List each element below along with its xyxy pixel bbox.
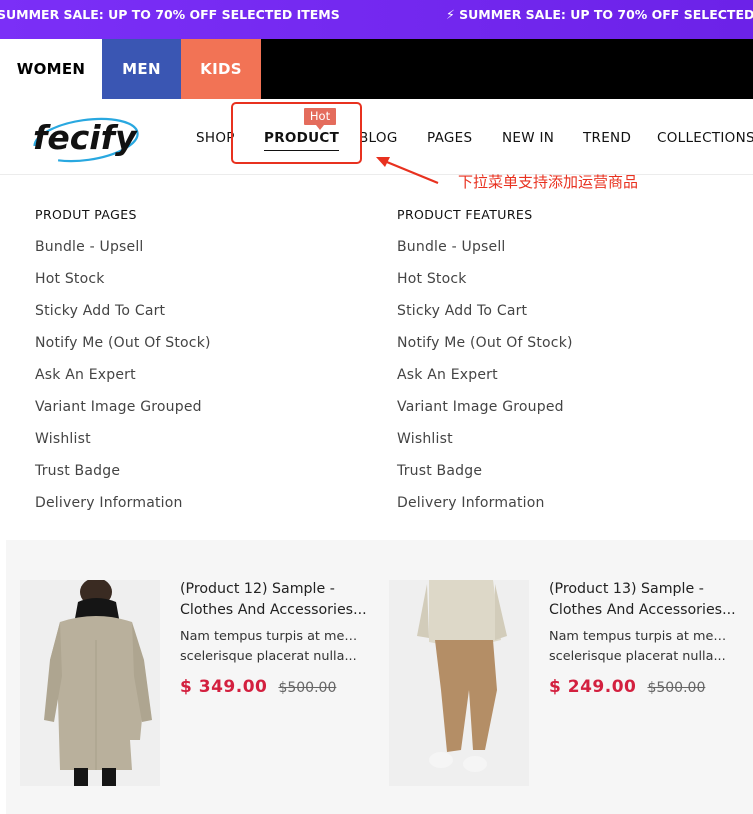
menu-link[interactable]: Sticky Add To Cart xyxy=(35,301,211,333)
menu-link[interactable]: Hot Stock xyxy=(397,269,573,301)
current-price: $ 249.00 xyxy=(549,677,637,697)
product-info: (Product 12) Sample - Clothes And Access… xyxy=(180,579,370,697)
product-image-coat[interactable] xyxy=(20,580,160,786)
category-tab-kids[interactable]: KIDS xyxy=(181,39,261,99)
category-tab-women[interactable]: WOMEN xyxy=(0,39,102,99)
mega-menu-column-left: PRODUT PAGES Bundle - Upsell Hot Stock S… xyxy=(35,205,211,525)
nav-new-in[interactable]: NEW IN xyxy=(502,130,554,146)
menu-link[interactable]: Wishlist xyxy=(397,429,573,461)
menu-link[interactable]: Trust Badge xyxy=(35,461,211,493)
menu-link[interactable]: Delivery Information xyxy=(35,493,211,525)
product-title-line2[interactable]: Clothes And Accessories... xyxy=(180,600,370,621)
product-image-chinos[interactable] xyxy=(389,580,529,786)
menu-link[interactable]: Variant Image Grouped xyxy=(397,397,573,429)
product-desc-line1: Nam tempus turpis at metus xyxy=(549,629,731,644)
product-title-line1[interactable]: (Product 13) Sample - xyxy=(549,579,739,600)
category-bar: WOMEN MEN KIDS xyxy=(0,39,753,99)
menu-link[interactable]: Ask An Expert xyxy=(35,365,211,397)
product-title-line2[interactable]: Clothes And Accessories... xyxy=(549,600,739,621)
fecify-logo[interactable]: fecify xyxy=(30,111,152,167)
column-title: PRODUT PAGES xyxy=(35,207,137,222)
product-description: Nam tempus turpis at metus scelerisque p… xyxy=(180,627,370,667)
product-info: (Product 13) Sample - Clothes And Access… xyxy=(549,579,739,697)
menu-link[interactable]: Variant Image Grouped xyxy=(35,397,211,429)
menu-link[interactable]: Bundle - Upsell xyxy=(35,237,211,269)
annotation-arrow-icon xyxy=(376,157,439,185)
category-tab-men[interactable]: MEN xyxy=(102,39,181,99)
annotation-highlight-box xyxy=(231,102,362,164)
menu-link[interactable]: Ask An Expert xyxy=(397,365,573,397)
product-title[interactable]: (Product 13) Sample - Clothes And Access… xyxy=(549,579,739,621)
nav-shop[interactable]: SHOP xyxy=(196,130,235,146)
annotation-text: 下拉菜单支持添加运营商品 xyxy=(458,173,639,191)
menu-link[interactable]: Wishlist xyxy=(35,429,211,461)
nav-pages[interactable]: PAGES xyxy=(427,130,472,146)
menu-link[interactable]: Delivery Information xyxy=(397,493,573,525)
menu-link[interactable]: Notify Me (Out Of Stock) xyxy=(35,333,211,365)
menu-link[interactable]: Trust Badge xyxy=(397,461,573,493)
nav-collections[interactable]: COLLECTIONS xyxy=(657,130,753,146)
product-desc-line1: Nam tempus turpis at metus xyxy=(180,629,362,644)
announcement-bar: SUMMER SALE: UP TO 70% OFF SELECTED ITEM… xyxy=(0,0,753,39)
product-price: $ 249.00 $500.00 xyxy=(549,677,739,697)
featured-products-panel: (Product 12) Sample - Clothes And Access… xyxy=(6,540,753,814)
menu-link[interactable]: Notify Me (Out Of Stock) xyxy=(397,333,573,365)
product-title-line1[interactable]: (Product 12) Sample - xyxy=(180,579,370,600)
menu-link[interactable]: Bundle - Upsell xyxy=(397,237,573,269)
product-desc-line2: scelerisque placerat nulla... xyxy=(549,649,726,664)
column-title: PRODUCT FEATURES xyxy=(397,207,533,222)
announcement-text: SUMMER SALE: UP TO 70% OFF SELECTED ITEM… xyxy=(0,7,340,22)
logo-text: fecify xyxy=(33,118,138,157)
original-price: $500.00 xyxy=(647,680,706,696)
mega-menu-column-right: PRODUCT FEATURES Bundle - Upsell Hot Sto… xyxy=(397,205,573,525)
original-price: $500.00 xyxy=(278,680,337,696)
product-desc-line2: scelerisque placerat nulla... xyxy=(180,649,357,664)
menu-link[interactable]: Sticky Add To Cart xyxy=(397,301,573,333)
product-title[interactable]: (Product 12) Sample - Clothes And Access… xyxy=(180,579,370,621)
product-price: $ 349.00 $500.00 xyxy=(180,677,370,697)
nav-blog[interactable]: BLOG xyxy=(359,130,398,146)
current-price: $ 349.00 xyxy=(180,677,268,697)
announcement-text-repeat: ⚡ SUMMER SALE: UP TO 70% OFF SELECTED IT… xyxy=(446,7,753,22)
nav-trend[interactable]: TREND xyxy=(583,130,631,146)
menu-link[interactable]: Hot Stock xyxy=(35,269,211,301)
product-description: Nam tempus turpis at metus scelerisque p… xyxy=(549,627,739,667)
